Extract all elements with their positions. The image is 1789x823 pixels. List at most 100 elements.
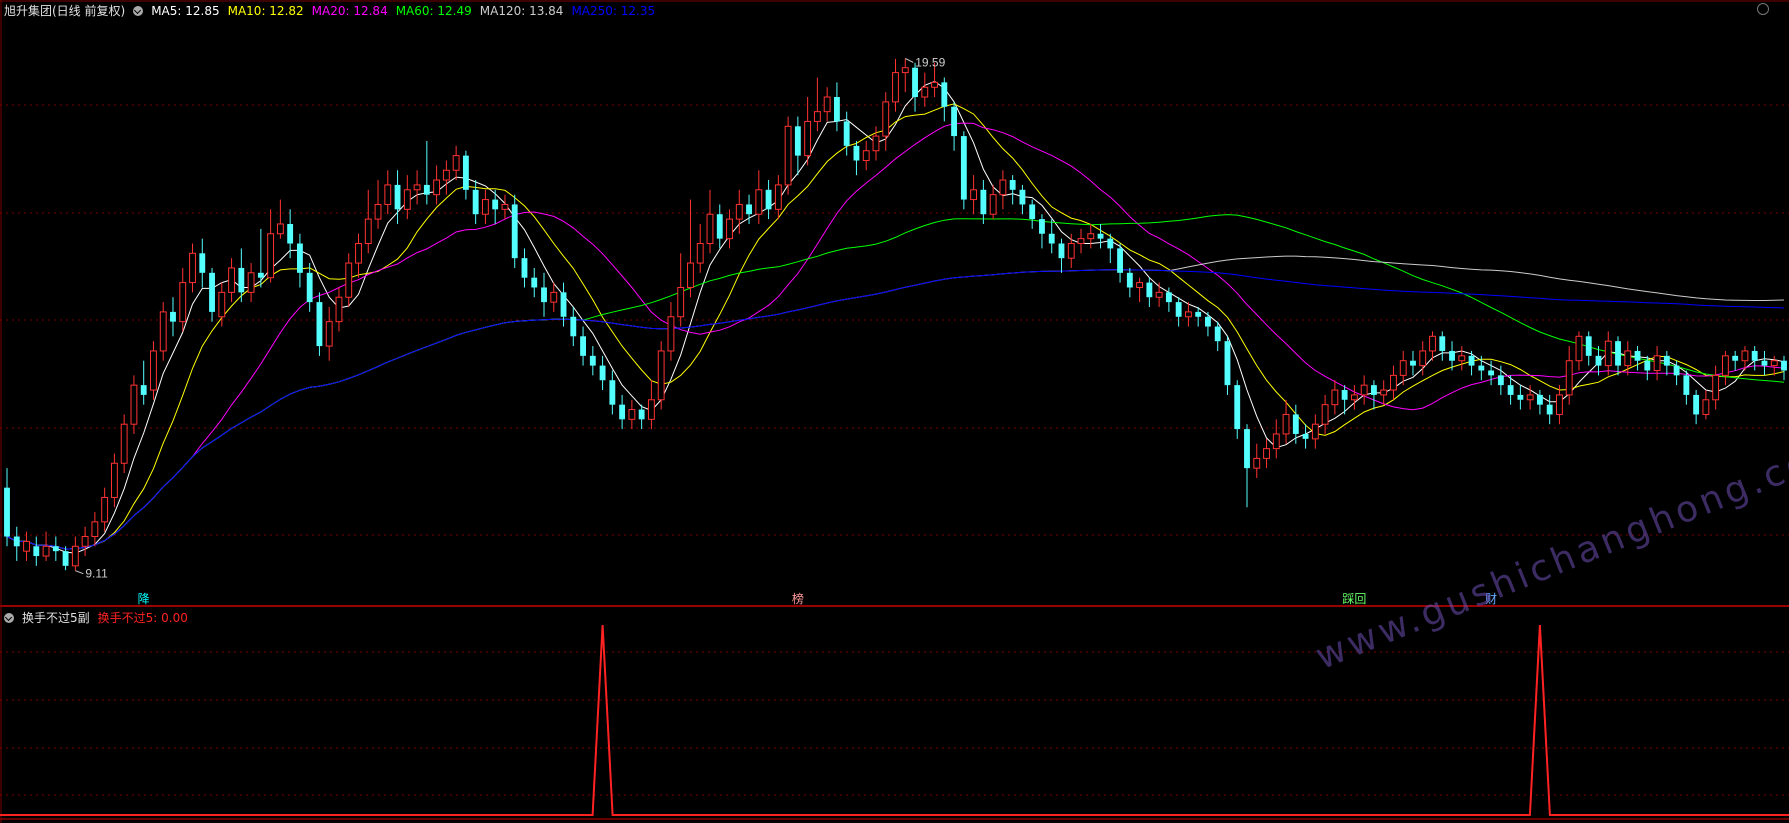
candle-body [1311, 423, 1319, 440]
candle-body [1263, 448, 1270, 459]
candle-body [921, 86, 929, 98]
candle-body [1380, 389, 1388, 396]
candle-body [52, 546, 59, 552]
candle-body [599, 365, 606, 381]
ma-legend-item: MA250: 12.35 [571, 3, 656, 18]
candle-body [501, 203, 509, 210]
candle-body [1195, 311, 1202, 317]
candle-body [912, 67, 918, 98]
candle-body [492, 199, 499, 210]
candle-body [81, 536, 89, 547]
candle-body [4, 487, 10, 537]
candle-body [355, 243, 362, 264]
candle-body [1429, 335, 1436, 352]
candle-body [755, 189, 763, 215]
ma-legend-item: MA120: 13.84 [479, 3, 564, 18]
candle-body [960, 136, 967, 200]
settings-icon[interactable] [1757, 3, 1769, 15]
candle-body [872, 135, 880, 152]
candle-body [726, 218, 733, 240]
candle-body [1458, 355, 1466, 362]
candle-body [833, 97, 840, 122]
candle-body [335, 296, 343, 323]
candle-body [442, 169, 450, 181]
candle-body [1009, 180, 1016, 190]
candle-body [1272, 433, 1280, 450]
candle-body [638, 409, 645, 420]
candle-body [218, 291, 226, 318]
candle-body [62, 551, 69, 566]
candle-body [316, 302, 323, 347]
candle-body [696, 243, 704, 264]
candle[interactable] [784, 116, 792, 195]
candle-body [1224, 341, 1231, 386]
ma-legend-item: MA60: 12.49 [395, 3, 472, 18]
candle[interactable] [960, 131, 967, 210]
candle-body [1302, 433, 1309, 439]
indicator-collapse-icon[interactable] [4, 612, 14, 623]
candle-body [511, 204, 518, 259]
candle-body [1624, 350, 1632, 367]
ma-legend-item: MA5: 12.85 [151, 3, 220, 18]
candle-body [589, 355, 596, 366]
candle-body [189, 252, 196, 284]
candle-body [1205, 316, 1211, 327]
candle-body [647, 399, 655, 420]
candle-body [765, 189, 772, 210]
candle[interactable] [511, 194, 518, 268]
candle-body [1321, 404, 1329, 425]
candle-body [706, 213, 714, 245]
candle-body [1565, 360, 1573, 396]
candle-body [1595, 355, 1602, 366]
candle-body [609, 380, 616, 405]
candle-body [1770, 360, 1778, 367]
candle-body [1370, 385, 1377, 395]
candle-body [1449, 350, 1455, 361]
candle-body [481, 199, 489, 215]
candle-body [1214, 326, 1221, 342]
candle-body [462, 155, 469, 190]
candle-body [179, 282, 187, 323]
candle-body [901, 67, 909, 74]
candle-body [209, 272, 215, 312]
candle-body [931, 81, 938, 88]
candle-body [130, 384, 138, 425]
candle-body [1653, 355, 1661, 371]
candle-body [1741, 350, 1749, 362]
candle[interactable] [657, 341, 665, 410]
candle-body [228, 267, 235, 293]
candle-body [1146, 282, 1153, 298]
candle-body [1693, 394, 1700, 415]
candle-body [735, 203, 743, 220]
candle-body [1497, 375, 1504, 386]
candle-body [843, 121, 850, 146]
candle-body [199, 253, 206, 273]
candle-body [257, 272, 264, 278]
candle-body [159, 311, 167, 352]
collapse-icon[interactable] [133, 5, 144, 16]
candle-body [1419, 350, 1427, 367]
candle-body [247, 272, 255, 293]
candle-body [1067, 243, 1075, 259]
candle-body [716, 214, 723, 239]
candle-body [1732, 355, 1739, 361]
candle-body [1029, 204, 1036, 220]
candle-body [1097, 233, 1104, 239]
candle-body [1360, 384, 1368, 396]
candle-body [325, 321, 333, 347]
candle-body [1634, 350, 1641, 361]
candle-body [1644, 360, 1651, 371]
candle-body [91, 521, 99, 538]
candle-body [403, 189, 411, 210]
candle-body [1350, 394, 1358, 401]
candle-body [1019, 189, 1026, 205]
candle-body [345, 262, 353, 298]
candle-body [570, 316, 577, 337]
candle-body [667, 316, 675, 352]
ma-legend: MA5: 12.85 MA10: 12.82 MA20: 12.84 MA60: 12… [151, 4, 663, 18]
candle-body [1341, 390, 1348, 400]
candle-body [941, 82, 948, 107]
candle-body [150, 350, 157, 391]
ma-legend-item: MA10: 12.82 [227, 3, 304, 18]
candle-body [1175, 302, 1182, 317]
